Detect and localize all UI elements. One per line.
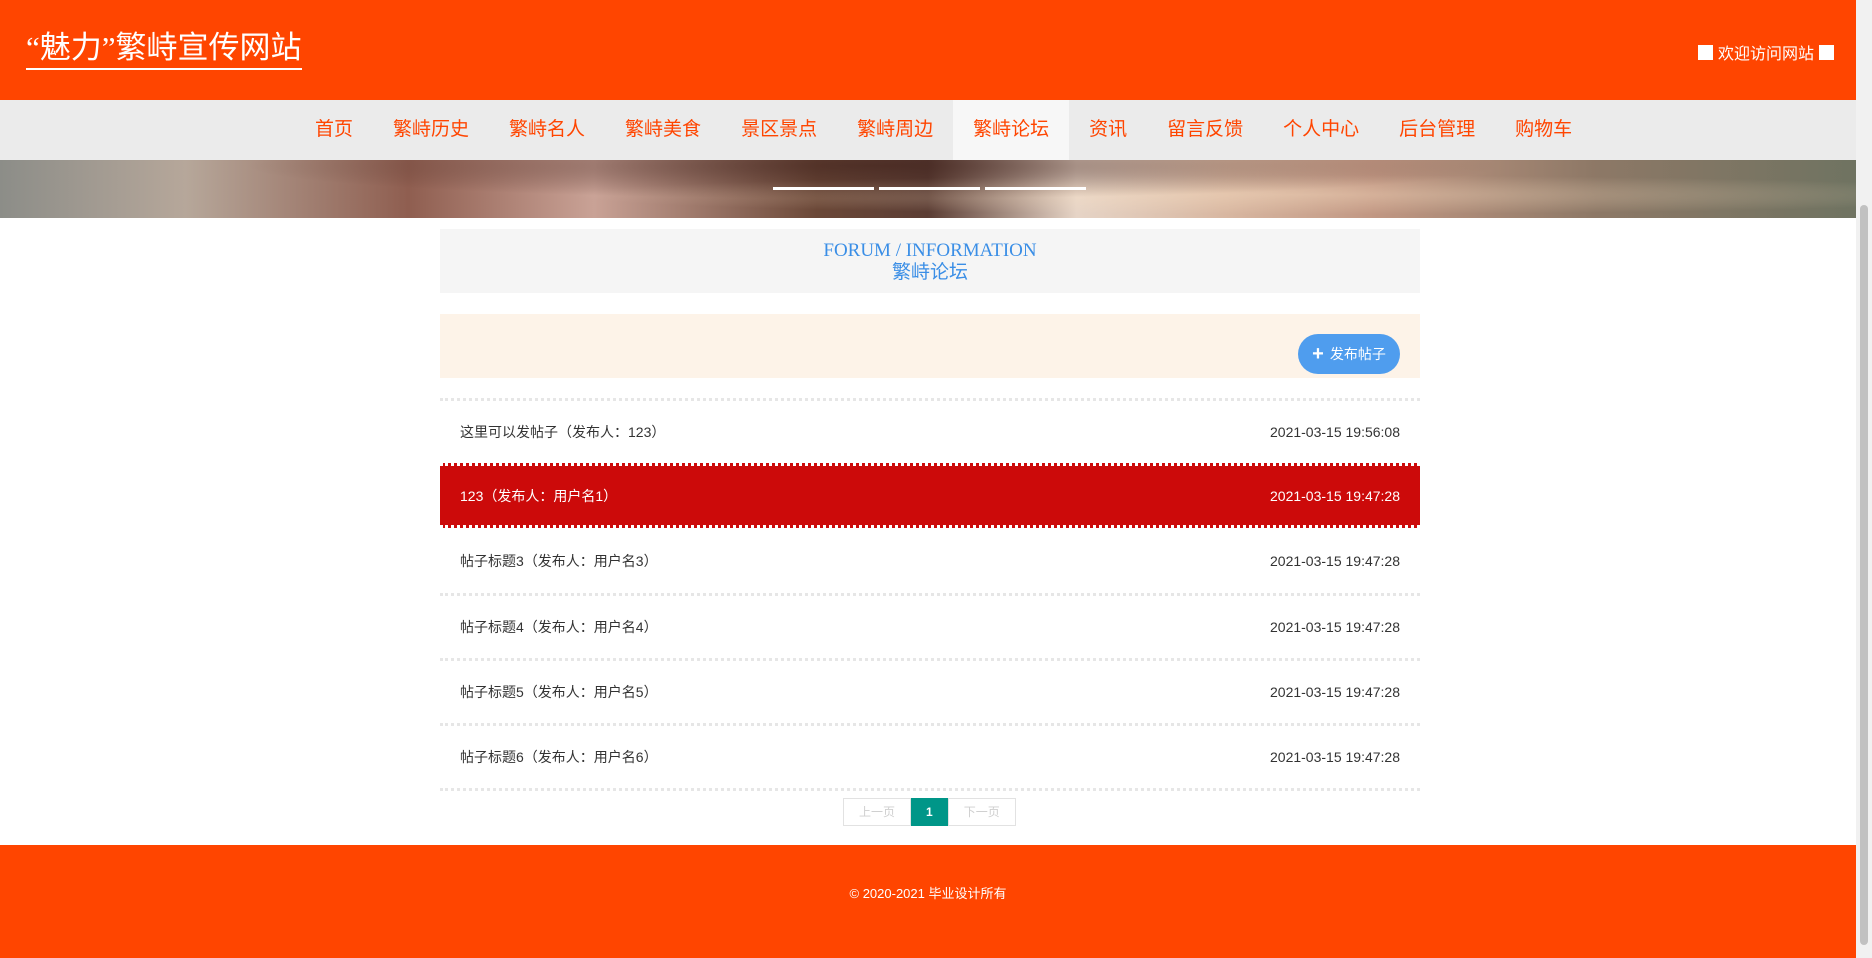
list-item[interactable]: 帖子标题3（发布人：用户名3） 2021-03-15 19:47:28 <box>440 528 1420 593</box>
action-bar: + 发布帖子 <box>440 314 1420 378</box>
nav-item-admin[interactable]: 后台管理 <box>1379 100 1495 160</box>
post-title: 帖子标题6（发布人：用户名6） <box>460 749 658 765</box>
banner-carousel <box>0 160 1856 218</box>
section-title-en: FORUM / INFORMATION <box>823 240 1037 261</box>
nav-item-food[interactable]: 繁峙美食 <box>605 100 721 160</box>
welcome-text: 欢迎访问网站 <box>1717 46 1814 63</box>
scrollbar-thumb[interactable] <box>1860 205 1868 945</box>
post-time: 2021-03-15 19:47:28 <box>1270 487 1400 504</box>
list-divider <box>440 788 1420 791</box>
post-time: 2021-03-15 19:56:08 <box>1270 424 1400 440</box>
site-footer: © 2020-2021 毕业设计所有 <box>0 845 1856 958</box>
prev-page-button[interactable]: 上一页 <box>843 798 912 826</box>
section-title: FORUM / INFORMATION 繁峙论坛 <box>440 229 1420 293</box>
post-time: 2021-03-15 19:47:28 <box>1270 684 1400 700</box>
square-icon <box>1819 44 1834 60</box>
carousel-indicator-1[interactable] <box>773 187 874 190</box>
nav-item-feedback[interactable]: 留言反馈 <box>1147 100 1263 160</box>
section-title-cn: 繁峙论坛 <box>891 262 968 283</box>
next-page-button[interactable]: 下一页 <box>947 798 1016 826</box>
carousel-indicator-2[interactable] <box>879 187 980 190</box>
nav-item-celebrities[interactable]: 繁峙名人 <box>489 100 605 160</box>
post-time: 2021-03-15 19:47:28 <box>1270 552 1400 569</box>
main-nav: 首页 繁峙历史 繁峙名人 繁峙美食 景区景点 繁峙周边 繁峙论坛 资讯 留言反馈… <box>0 100 1856 160</box>
site-title[interactable]: “魅力”繁峙宣传网站 <box>26 30 302 70</box>
list-item[interactable]: 帖子标题4（发布人：用户名4） 2021-03-15 19:47:28 <box>440 593 1420 658</box>
post-title: 帖子标题5（发布人：用户名5） <box>460 684 658 700</box>
page: “魅力”繁峙宣传网站 欢迎访问网站 首页 繁峙历史 繁峙名人 繁峙美食 景区景点… <box>0 0 1856 958</box>
page-number-current[interactable]: 1 <box>911 798 948 826</box>
post-time: 2021-03-15 19:47:28 <box>1270 619 1400 635</box>
list-item[interactable]: 帖子标题5（发布人：用户名5） 2021-03-15 19:47:28 <box>440 658 1420 723</box>
pagination: 上一页 1 下一页 <box>843 798 1016 826</box>
nav-item-personal-center[interactable]: 个人中心 <box>1263 100 1379 160</box>
site-header: “魅力”繁峙宣传网站 欢迎访问网站 <box>0 0 1856 100</box>
nav-item-history[interactable]: 繁峙历史 <box>373 100 489 160</box>
publish-post-label: 发布帖子 <box>1329 346 1386 362</box>
nav-item-home[interactable]: 首页 <box>295 100 373 160</box>
post-time: 2021-03-15 19:47:28 <box>1270 749 1400 765</box>
list-item[interactable]: 帖子标题6（发布人：用户名6） 2021-03-15 19:47:28 <box>440 723 1420 788</box>
post-title: 123（发布人：用户名1） <box>460 487 618 504</box>
square-icon <box>1697 44 1713 60</box>
post-title: 帖子标题3（发布人：用户名3） <box>460 552 658 569</box>
nav-item-surroundings[interactable]: 繁峙周边 <box>837 100 953 160</box>
list-item[interactable]: 123（发布人：用户名1） 2021-03-15 19:47:28 <box>440 463 1420 528</box>
copyright-text: © 2020-2021 毕业设计所有 <box>849 886 1007 901</box>
carousel-indicator-3[interactable] <box>985 187 1086 190</box>
publish-post-button[interactable]: + 发布帖子 <box>1298 334 1400 374</box>
post-title: 这里可以发帖子（发布人：123） <box>460 424 666 440</box>
nav-item-scenic-spots[interactable]: 景区景点 <box>721 100 837 160</box>
welcome-banner: 欢迎访问网站 <box>1697 40 1834 64</box>
post-list: 这里可以发帖子（发布人：123） 2021-03-15 19:56:08 123… <box>440 398 1420 791</box>
nav-item-cart[interactable]: 购物车 <box>1495 100 1592 160</box>
nav-item-news[interactable]: 资讯 <box>1069 100 1147 160</box>
nav-item-forum[interactable]: 繁峙论坛 <box>953 100 1070 160</box>
nav-list: 首页 繁峙历史 繁峙名人 繁峙美食 景区景点 繁峙周边 繁峙论坛 资讯 留言反馈… <box>295 100 1592 160</box>
post-title: 帖子标题4（发布人：用户名4） <box>460 619 658 635</box>
list-item[interactable]: 这里可以发帖子（发布人：123） 2021-03-15 19:56:08 <box>440 398 1420 463</box>
plus-icon: + <box>1312 343 1324 365</box>
vertical-scrollbar[interactable] <box>1856 0 1872 958</box>
